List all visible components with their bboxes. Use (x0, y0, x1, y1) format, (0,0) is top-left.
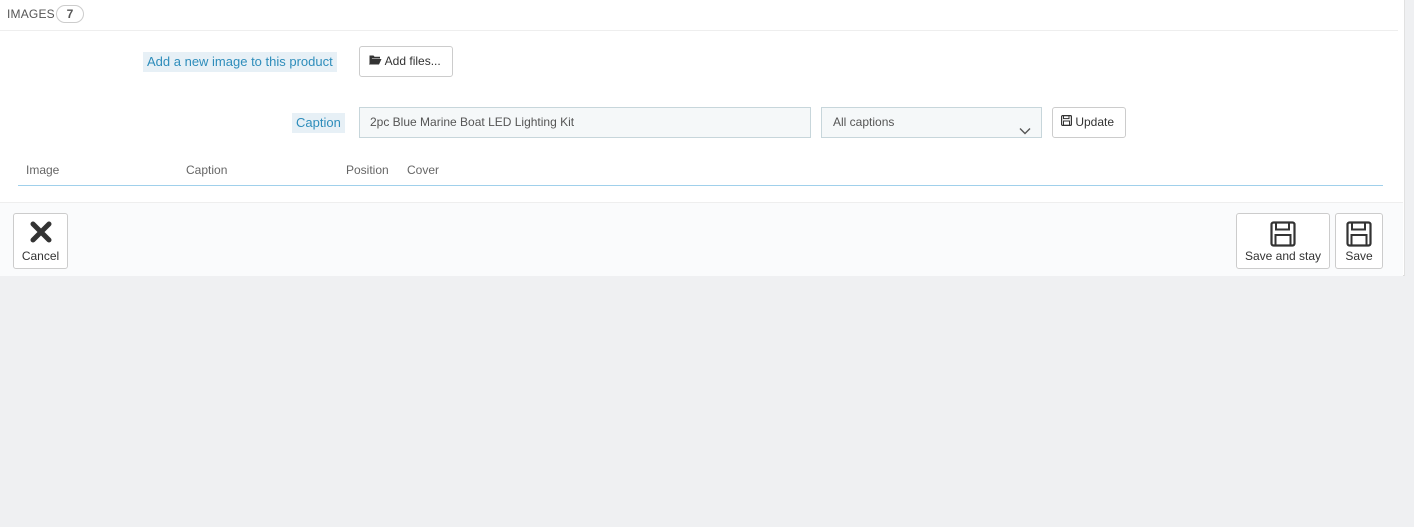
save-label: Save (1345, 249, 1373, 263)
floppy-icon (1061, 108, 1073, 137)
add-files-label: Add files... (384, 54, 441, 68)
folder-open-icon (369, 47, 382, 76)
cancel-label: Cancel (21, 249, 60, 263)
caption-input[interactable]: 2pc Blue Marine Boat LED Lighting Kit (359, 107, 811, 138)
add-image-label: Add a new image to this product (143, 52, 337, 72)
floppy-icon (1346, 221, 1372, 250)
add-files-button[interactable]: Add files... (359, 46, 453, 77)
column-caption: Caption (186, 163, 228, 177)
column-position: Position (346, 163, 389, 177)
panel-footer (0, 202, 1403, 276)
caption-label: Caption (292, 113, 345, 133)
cancel-button[interactable]: Cancel (13, 213, 68, 269)
save-and-stay-button[interactable]: Save and stay (1236, 213, 1330, 269)
column-image: Image (26, 163, 60, 177)
images-panel: IMAGES 7 Add a new image to this product… (0, 0, 1405, 276)
update-button[interactable]: Update (1052, 107, 1126, 138)
panel-title: IMAGES (7, 7, 55, 21)
select-value: All captions (833, 115, 895, 129)
table-header-divider (18, 185, 1383, 186)
column-cover: Cover (407, 163, 440, 177)
image-count-badge: 7 (56, 5, 84, 23)
save-button[interactable]: Save (1335, 213, 1383, 269)
chevron-down-icon (1019, 117, 1031, 146)
caption-language-select[interactable]: All captions (821, 107, 1042, 138)
floppy-icon (1270, 221, 1296, 250)
close-icon (30, 221, 52, 246)
save-and-stay-label: Save and stay (1244, 249, 1322, 263)
update-label: Update (1075, 115, 1115, 129)
panel-heading: IMAGES 7 (0, 0, 1398, 31)
